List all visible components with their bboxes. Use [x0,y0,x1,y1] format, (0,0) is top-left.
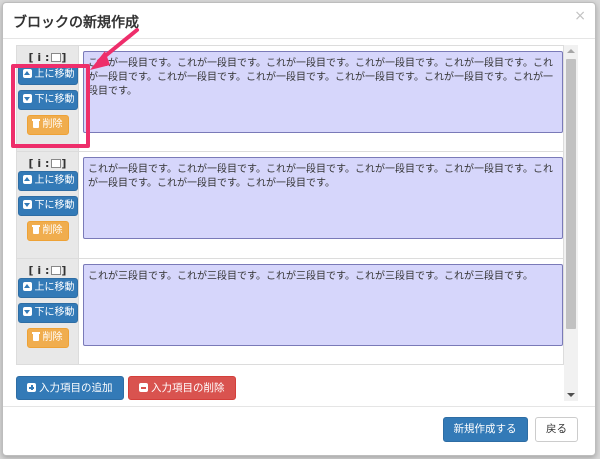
move-up-button[interactable]: 上に移動 [17,278,78,298]
arrow-down-icon [22,94,32,103]
block-index-label: [ i : [28,157,50,170]
blocks-table: [ i :] 上に移動 下に移動 削除 これが一段目です。これが一段目です。これ… [16,45,564,365]
footer-buttons: 新規作成する 戻る [439,417,578,442]
scrollbar-thumb[interactable] [566,59,576,329]
block-editor: これが一段目です。これが一段目です。これが一段目です。これが一段目です。これが一… [78,45,564,152]
minus-icon [139,383,148,392]
move-down-button[interactable]: 下に移動 [17,196,78,216]
move-up-label: 上に移動 [34,175,75,186]
scroll-down-arrow-icon[interactable] [567,393,575,397]
block-actions: 入力項目の追加 入力項目の削除 [16,376,236,400]
delete-button[interactable]: 削除 [26,221,69,241]
add-item-button[interactable]: 入力項目の追加 [16,376,124,400]
move-down-label: 下に移動 [34,307,75,318]
delete-button[interactable]: 削除 [26,115,69,135]
block-editor: これが一段目です。これが一段目です。これが一段目です。これが一段目です。これが一… [78,151,564,259]
arrow-up-icon [22,69,32,78]
move-up-label: 上に移動 [34,282,75,293]
modal-footer: 新規作成する 戻る [3,406,595,457]
block-index-label: [ i : [28,264,50,277]
block-index-checkbox[interactable] [51,53,62,62]
trash-icon [31,332,40,341]
block-textarea[interactable]: これが一段目です。これが一段目です。これが一段目です。これが一段目です。これが一… [83,157,563,239]
remove-item-button[interactable]: 入力項目の削除 [128,376,236,400]
block-row: [ i :] 上に移動 下に移動 削除 これが一段目です。これが一段目です。これ… [16,45,564,152]
scroll-up-arrow-icon[interactable] [567,49,575,53]
delete-label: 削除 [42,119,63,130]
move-up-button[interactable]: 上に移動 [17,171,78,191]
remove-item-label: 入力項目の削除 [151,382,225,394]
create-button[interactable]: 新規作成する [442,417,528,442]
block-row: [ i :] 上に移動 下に移動 削除 これが一段目です。これが一段目です。これ… [16,151,564,259]
move-down-label: 下に移動 [34,94,75,105]
arrow-down-icon [22,200,32,209]
block-index-label: [ i : [28,51,50,64]
modal-title: ブロックの新規作成 [13,15,139,31]
block-row: [ i :] 上に移動 下に移動 削除 これが三段目です。これが三段目です。これ… [16,258,564,365]
add-item-label: 入力項目の追加 [39,382,113,394]
delete-label: 削除 [42,225,63,236]
move-down-label: 下に移動 [34,200,75,211]
trash-icon [31,119,40,128]
block-controls: [ i :] 上に移動 下に移動 削除 [16,258,79,365]
block-controls: [ i :] 上に移動 下に移動 削除 [16,45,79,152]
close-icon[interactable]: × [574,8,586,24]
move-up-label: 上に移動 [34,69,75,80]
block-textarea[interactable]: これが一段目です。これが一段目です。これが一段目です。これが一段目です。これが一… [83,51,563,133]
block-index: [ i :] [28,157,67,170]
block-index-checkbox[interactable] [51,159,62,168]
move-down-button[interactable]: 下に移動 [17,90,78,110]
move-down-button[interactable]: 下に移動 [17,303,78,323]
move-up-button[interactable]: 上に移動 [17,65,78,85]
block-editor: これが三段目です。これが三段目です。これが三段目です。これが三段目です。これが三… [78,258,564,365]
block-index-checkbox[interactable] [51,266,62,275]
plus-icon [27,383,36,392]
blocks-scroll-area: [ i :] 上に移動 下に移動 削除 これが一段目です。これが一段目です。これ… [16,45,579,401]
delete-button[interactable]: 削除 [26,328,69,348]
vertical-scrollbar[interactable] [564,45,578,401]
new-block-modal: ブロックの新規作成 × [ i :] 上に移動 下に移動 削除 これが一段目です… [2,2,596,456]
block-index: [ i :] [28,51,67,64]
modal-header: ブロックの新規作成 × [3,3,595,39]
block-index: [ i :] [28,264,67,277]
arrow-up-icon [22,175,32,184]
delete-label: 削除 [42,332,63,343]
trash-icon [31,225,40,234]
block-controls: [ i :] 上に移動 下に移動 削除 [16,151,79,259]
arrow-down-icon [22,307,32,316]
block-textarea[interactable]: これが三段目です。これが三段目です。これが三段目です。これが三段目です。これが三… [83,264,563,346]
back-button[interactable]: 戻る [535,417,578,442]
arrow-up-icon [22,282,32,291]
